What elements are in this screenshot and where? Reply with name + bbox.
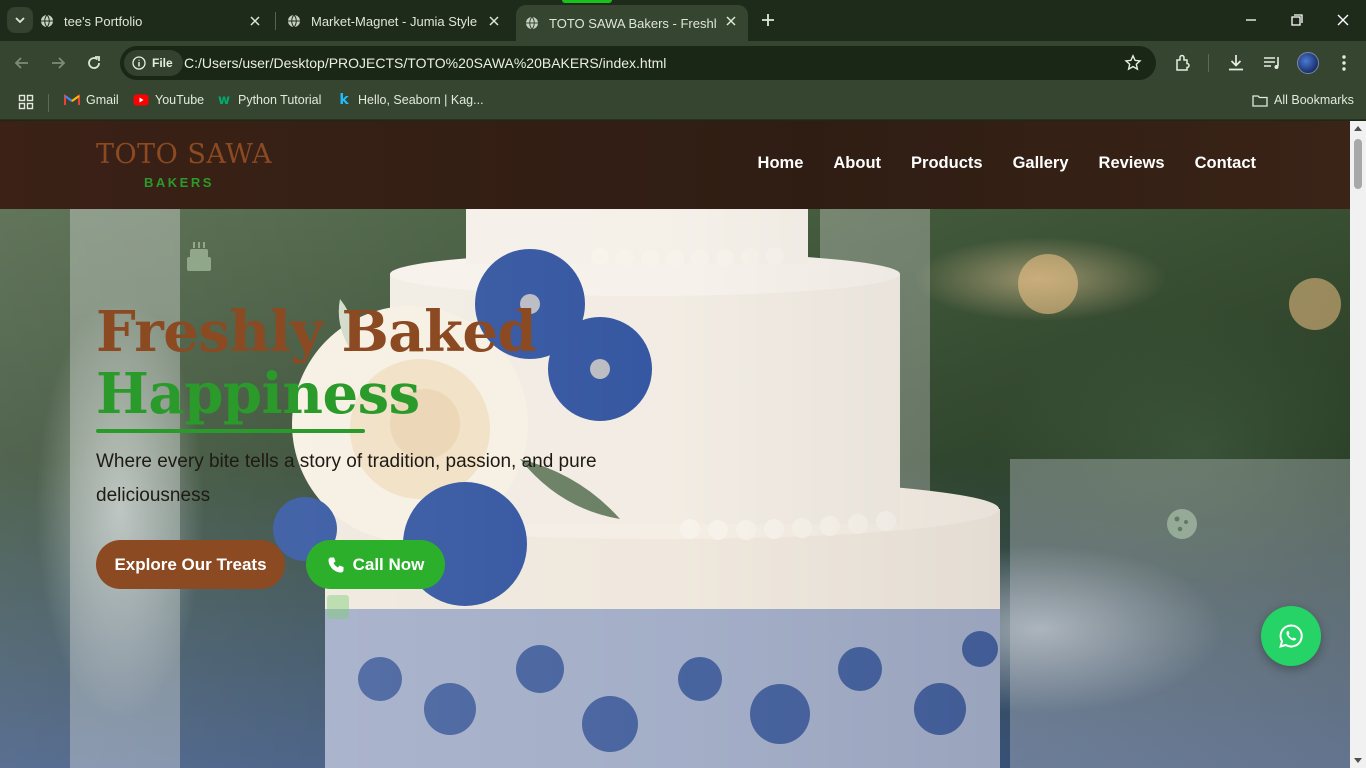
url-text[interactable]: C:/Users/user/Desktop/PROJECTS/TOTO%20SA… <box>184 55 666 71</box>
profile-avatar[interactable] <box>1297 52 1319 74</box>
phone-icon <box>328 557 344 572</box>
scroll-up-arrow-icon[interactable] <box>1354 126 1362 131</box>
tab-portfolio[interactable]: tee's Portfolio <box>40 5 272 37</box>
bread-icon <box>327 595 349 619</box>
main-nav: Home About Products Gallery Reviews Cont… <box>758 154 1256 173</box>
bookmark-youtube[interactable]: YouTube <box>133 93 204 107</box>
hero-title-line-2: Happiness <box>96 361 420 427</box>
tab-toto-sawa[interactable]: TOTO SAWA Bakers - Freshly Ba <box>516 5 748 41</box>
explore-treats-label: Explore Our Treats <box>114 554 267 574</box>
w3schools-icon: w <box>217 92 230 108</box>
close-tab-icon[interactable] <box>724 14 738 28</box>
scroll-down-arrow-icon[interactable] <box>1354 758 1362 763</box>
bookmark-label: Python Tutorial <box>238 93 322 107</box>
back-button[interactable] <box>10 51 34 75</box>
more-menu-icon[interactable] <box>1333 52 1355 74</box>
forward-button[interactable] <box>46 51 70 75</box>
browser-toolbar: File C:/Users/user/Desktop/PROJECTS/TOTO… <box>0 41 1366 85</box>
arrow-left-icon <box>14 57 28 69</box>
chevron-down-icon <box>15 17 25 24</box>
restore-icon[interactable] <box>1287 10 1307 30</box>
tab-separator <box>275 12 276 30</box>
active-tab-indicator <box>562 0 612 3</box>
address-bar[interactable]: File C:/Users/user/Desktop/PROJECTS/TOTO… <box>120 46 1156 80</box>
site-logo-tagline: BAKERS <box>144 175 214 190</box>
nav-contact[interactable]: Contact <box>1195 154 1256 173</box>
gmail-icon <box>64 93 80 107</box>
close-tab-icon[interactable] <box>487 14 501 28</box>
bookmarks-bar: Gmail YouTube w Python Tutorial k Hello,… <box>0 85 1366 120</box>
tab-title: TOTO SAWA Bakers - Freshly Ba <box>549 15 717 31</box>
media-controls-icon[interactable] <box>1261 52 1283 74</box>
bookmark-label: YouTube <box>155 93 205 107</box>
page-scrollbar[interactable] <box>1350 121 1366 768</box>
hero-subtitle: Where every bite tells a story of tradit… <box>96 451 597 506</box>
minimize-icon[interactable] <box>1241 10 1261 30</box>
cookie-icon <box>1167 509 1197 539</box>
whatsapp-icon <box>1279 624 1303 648</box>
nav-reviews[interactable]: Reviews <box>1099 154 1165 173</box>
nav-gallery[interactable]: Gallery <box>1013 154 1069 173</box>
reload-icon <box>88 56 100 69</box>
globe-icon <box>288 14 300 28</box>
globe-icon <box>41 14 53 28</box>
call-now-label: Call Now <box>352 554 425 574</box>
kaggle-icon: k <box>339 92 349 108</box>
hero-title-line-1: Freshly Baked <box>96 299 537 365</box>
arrow-right-icon <box>52 57 66 69</box>
scheme-label: File <box>152 56 173 70</box>
youtube-icon <box>133 93 149 107</box>
extensions-icon[interactable] <box>1172 52 1194 74</box>
hero-title-underline <box>96 429 365 433</box>
call-now-button[interactable]: Call Now <box>306 540 445 589</box>
bookmark-kaggle[interactable]: k Hello, Seaborn | Kag... <box>336 92 484 108</box>
scrollbar-thumb[interactable] <box>1354 139 1362 189</box>
close-tab-icon[interactable] <box>248 14 262 28</box>
bookmark-star-icon[interactable] <box>1124 54 1142 72</box>
bookmark-python-tutorial[interactable]: w Python Tutorial <box>216 92 322 108</box>
bookmark-label: Hello, Seaborn | Kag... <box>358 93 484 107</box>
info-icon <box>132 56 146 70</box>
all-bookmarks-button[interactable]: All Bookmarks <box>1252 93 1354 107</box>
close-window-icon[interactable] <box>1333 10 1353 30</box>
birthday-cake-icon <box>187 242 211 271</box>
web-page-viewport: TOTO SAWA BAKERS Home About Products Gal… <box>0 121 1350 768</box>
all-bookmarks-label: All Bookmarks <box>1274 93 1354 107</box>
tab-title: tee's Portfolio <box>64 13 143 29</box>
folder-icon <box>1252 93 1268 107</box>
nav-about[interactable]: About <box>833 154 881 173</box>
bookmarks-divider <box>48 94 49 112</box>
bookmark-label: Gmail <box>86 93 119 107</box>
site-info-chip[interactable]: File <box>124 50 183 76</box>
tab-title: Market-Magnet - Jumia Style <box>311 13 478 29</box>
hero-section: Freshly Baked Happiness Where every bite… <box>0 209 1350 768</box>
globe-icon <box>526 16 538 30</box>
apps-grid-icon[interactable] <box>18 94 34 110</box>
reload-button[interactable] <box>82 51 106 75</box>
browser-tab-strip: tee's Portfolio Market-Magnet - Jumia St… <box>0 0 1366 41</box>
site-header: TOTO SAWA BAKERS Home About Products Gal… <box>0 121 1350 209</box>
explore-treats-button[interactable]: Explore Our Treats <box>96 540 285 589</box>
nav-products[interactable]: Products <box>911 154 983 173</box>
bookmark-gmail[interactable]: Gmail <box>64 93 119 107</box>
tab-market-magnet[interactable]: Market-Magnet - Jumia Style <box>279 5 511 37</box>
tab-search-button[interactable] <box>7 7 33 33</box>
toolbar-divider <box>1208 54 1209 72</box>
whatsapp-button[interactable] <box>1261 606 1321 666</box>
site-logo-name[interactable]: TOTO SAWA <box>96 139 272 170</box>
nav-home[interactable]: Home <box>758 154 804 173</box>
new-tab-icon[interactable] <box>758 10 778 30</box>
download-icon[interactable] <box>1225 52 1247 74</box>
